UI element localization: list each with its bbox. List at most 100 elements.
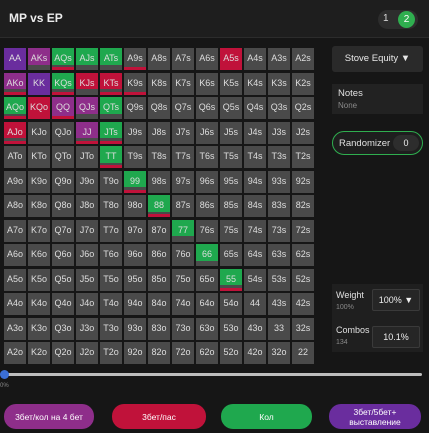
hand-cell-K3s[interactable]: K3s (268, 72, 290, 95)
hand-cell-A6o[interactable]: A6o (4, 244, 26, 266)
page-switcher[interactable]: 1 2 (378, 10, 418, 29)
hand-cell-T7o[interactable]: T7o (100, 219, 122, 242)
hand-cell-A4s[interactable]: A4s (244, 48, 266, 70)
hand-cell-76o[interactable]: 76o (172, 244, 194, 266)
hand-cell-T4s[interactable]: T4s (244, 146, 266, 168)
hand-cell-85o[interactable]: 85o (148, 268, 170, 291)
hand-cell-KQs[interactable]: KQs (52, 72, 74, 95)
hand-cell-52o[interactable]: 52o (220, 342, 242, 364)
hand-cell-QTs[interactable]: QTs (100, 97, 122, 119)
hand-cell-Q4s[interactable]: Q4s (244, 97, 266, 119)
hand-cell-A2o[interactable]: A2o (4, 342, 26, 364)
hand-cell-Q6s[interactable]: Q6s (196, 97, 218, 119)
hand-cell-83o[interactable]: 83o (148, 317, 170, 340)
hand-cell-87s[interactable]: 87s (172, 195, 194, 217)
hand-cell-55[interactable]: 55 (220, 268, 242, 291)
hand-cell-77[interactable]: 77 (172, 219, 194, 242)
hand-cell-KK[interactable]: KK (28, 72, 50, 95)
page-1-button[interactable]: 1 (383, 13, 389, 24)
hand-cell-32o[interactable]: 32o (268, 342, 290, 364)
hand-cell-A2s[interactable]: A2s (292, 48, 314, 70)
hand-cell-K5s[interactable]: K5s (220, 72, 242, 95)
hand-cell-T8s[interactable]: T8s (148, 146, 170, 168)
hand-cell-J8o[interactable]: J8o (76, 195, 98, 217)
hand-cell-92s[interactable]: 92s (292, 170, 314, 193)
hand-cell-86s[interactable]: 86s (196, 195, 218, 217)
hand-cell-75o[interactable]: 75o (172, 268, 194, 291)
hand-cell-T3s[interactable]: T3s (268, 146, 290, 168)
hand-cell-K6o[interactable]: K6o (28, 244, 50, 266)
hand-cell-K4s[interactable]: K4s (244, 72, 266, 95)
hand-cell-T3o[interactable]: T3o (100, 317, 122, 340)
hand-cell-95s[interactable]: 95s (220, 170, 242, 193)
hand-cell-75s[interactable]: 75s (220, 219, 242, 242)
hand-cell-AQo[interactable]: AQo (4, 97, 26, 119)
hand-cell-97s[interactable]: 97s (172, 170, 194, 193)
hand-cell-97o[interactable]: 97o (124, 219, 146, 242)
hand-cell-52s[interactable]: 52s (292, 268, 314, 291)
hand-cell-J9s[interactable]: J9s (124, 121, 146, 144)
frequency-slider-track[interactable] (4, 373, 422, 376)
hand-cell-T2o[interactable]: T2o (100, 342, 122, 364)
hand-cell-Q4o[interactable]: Q4o (52, 293, 74, 315)
hand-cell-K2s[interactable]: K2s (292, 72, 314, 95)
hand-cell-42s[interactable]: 42s (292, 293, 314, 315)
hand-cell-T4o[interactable]: T4o (100, 293, 122, 315)
hand-cell-54o[interactable]: 54o (220, 293, 242, 315)
hand-cell-53s[interactable]: 53s (268, 268, 290, 291)
hand-cell-Q5o[interactable]: Q5o (52, 268, 74, 291)
hand-cell-TT[interactable]: TT (100, 146, 122, 168)
hand-cell-65s[interactable]: 65s (220, 244, 242, 266)
hand-cell-93o[interactable]: 93o (124, 317, 146, 340)
hand-cell-83s[interactable]: 83s (268, 195, 290, 217)
hand-cell-ATo[interactable]: ATo (4, 146, 26, 168)
hand-cell-J6s[interactable]: J6s (196, 121, 218, 144)
hand-cell-J2o[interactable]: J2o (76, 342, 98, 364)
hand-cell-96s[interactable]: 96s (196, 170, 218, 193)
hand-cell-98s[interactable]: 98s (148, 170, 170, 193)
hand-cell-85s[interactable]: 85s (220, 195, 242, 217)
hand-cell-A3o[interactable]: A3o (4, 317, 26, 340)
hand-cell-T8o[interactable]: T8o (100, 195, 122, 217)
hand-cell-AQs[interactable]: AQs (52, 48, 74, 70)
action-3bet-5bet-shove-button[interactable]: 3бет/5бет+ выставление (329, 404, 421, 429)
hand-cell-43o[interactable]: 43o (244, 317, 266, 340)
hand-cell-QJo[interactable]: QJo (52, 121, 74, 144)
hand-cell-J8s[interactable]: J8s (148, 121, 170, 144)
hand-cell-94s[interactable]: 94s (244, 170, 266, 193)
hand-cell-62o[interactable]: 62o (196, 342, 218, 364)
hand-cell-J7o[interactable]: J7o (76, 219, 98, 242)
hand-cell-76s[interactable]: 76s (196, 219, 218, 242)
randomizer-toggle[interactable]: Randomizer 0 (332, 131, 423, 155)
hand-cell-Q3s[interactable]: Q3s (268, 97, 290, 119)
hand-cell-KTs[interactable]: KTs (100, 72, 122, 95)
hand-cell-Q7s[interactable]: Q7s (172, 97, 194, 119)
hand-cell-T9s[interactable]: T9s (124, 146, 146, 168)
action-3bet-call-4bet-button[interactable]: 3бет/кол на 4 бет (4, 404, 94, 429)
hand-cell-K2o[interactable]: K2o (28, 342, 50, 364)
hand-cell-64s[interactable]: 64s (244, 244, 266, 266)
hand-cell-K8o[interactable]: K8o (28, 195, 50, 217)
hand-cell-J6o[interactable]: J6o (76, 244, 98, 266)
hand-cell-J9o[interactable]: J9o (76, 170, 98, 193)
hand-cell-AA[interactable]: AA (4, 48, 26, 70)
hand-cell-A7s[interactable]: A7s (172, 48, 194, 70)
hand-cell-KJs[interactable]: KJs (76, 72, 98, 95)
hand-cell-22[interactable]: 22 (292, 342, 314, 364)
hand-cell-T6s[interactable]: T6s (196, 146, 218, 168)
hand-cell-T5s[interactable]: T5s (220, 146, 242, 168)
hand-cell-J4s[interactable]: J4s (244, 121, 266, 144)
hand-cell-AJs[interactable]: AJs (76, 48, 98, 70)
hand-cell-JTs[interactable]: JTs (100, 121, 122, 144)
hand-cell-64o[interactable]: 64o (196, 293, 218, 315)
hand-cell-74o[interactable]: 74o (172, 293, 194, 315)
hand-cell-J5s[interactable]: J5s (220, 121, 242, 144)
hand-cell-A5s[interactable]: A5s (220, 48, 242, 70)
hand-cell-J3s[interactable]: J3s (268, 121, 290, 144)
hand-cell-K8s[interactable]: K8s (148, 72, 170, 95)
hand-cell-AKs[interactable]: AKs (28, 48, 50, 70)
hand-cell-82s[interactable]: 82s (292, 195, 314, 217)
hand-cell-J7s[interactable]: J7s (172, 121, 194, 144)
action-call-button[interactable]: Кол (221, 404, 312, 429)
hand-cell-J2s[interactable]: J2s (292, 121, 314, 144)
